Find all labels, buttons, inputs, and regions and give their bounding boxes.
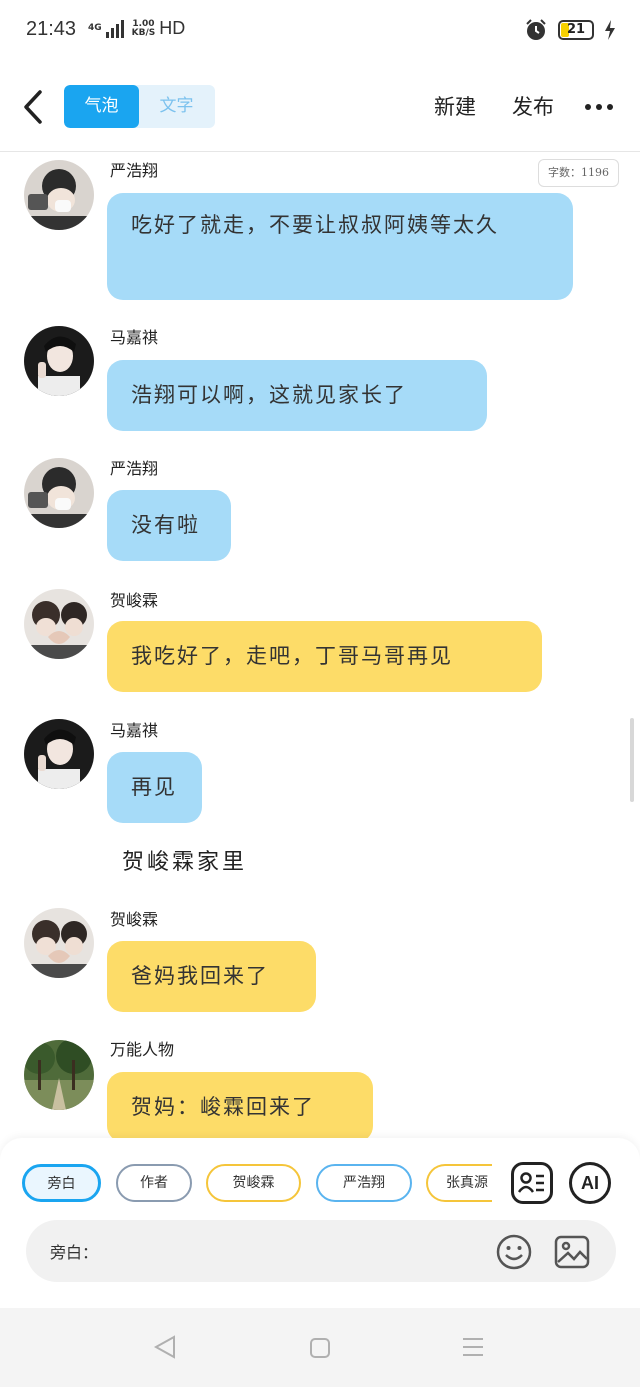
battery-icon: 21: [558, 20, 594, 40]
hd-indicator: HD: [159, 18, 186, 38]
avatar-yan-haoxiang[interactable]: [24, 160, 94, 230]
status-bar: 21:43 4G 1.00 KB/S HD 21: [0, 0, 640, 64]
message-input[interactable]: 旁白：: [26, 1220, 616, 1282]
message-bubble[interactable]: 再见: [107, 752, 202, 823]
alarm-icon: [526, 19, 546, 40]
charging-icon: [605, 20, 615, 40]
role-chip-yan-haoxiang[interactable]: 严浩翔: [316, 1164, 412, 1202]
top-bar: 气泡 文字 新建 发布: [0, 64, 640, 152]
role-chip-he-junlin[interactable]: 贺峻霖: [206, 1164, 301, 1202]
home-square-icon[interactable]: [309, 1337, 331, 1359]
input-panel: 旁白 作者 贺峻霖 严浩翔 张真源 AI 旁白：: [0, 1138, 640, 1308]
avatar-ma-jiaqi[interactable]: [24, 719, 94, 789]
network-type: 4G: [88, 23, 102, 33]
speaker-name: 马嘉祺: [110, 328, 159, 347]
mode-toggle: 气泡 文字: [64, 85, 215, 128]
clock: 21:43: [26, 18, 77, 40]
emoji-icon[interactable]: [496, 1234, 532, 1270]
role-chip-zhang-zhenyuan[interactable]: 张真源: [426, 1164, 492, 1202]
speaker-name: 贺峻霖: [110, 910, 159, 929]
avatar-universal-character[interactable]: [24, 1040, 94, 1110]
new-button[interactable]: 新建: [434, 91, 476, 121]
recents-menu-icon[interactable]: [461, 1336, 485, 1358]
speed-unit: KB/S: [131, 27, 156, 38]
speaker-name: 万能人物: [110, 1040, 175, 1059]
image-icon[interactable]: [554, 1234, 590, 1270]
signal-icon: [105, 19, 124, 38]
message-bubble[interactable]: 贺妈：峻霖回来了: [107, 1072, 373, 1142]
avatar-ma-jiaqi[interactable]: [24, 326, 94, 396]
narration-text[interactable]: 贺峻霖家里: [122, 844, 247, 876]
message-bubble[interactable]: 吃好了就走，不要让叔叔阿姨等太久: [107, 193, 573, 300]
avatar-he-junlin[interactable]: [24, 589, 94, 659]
message-bubble[interactable]: 爸妈我回来了: [107, 941, 316, 1012]
tab-text[interactable]: 文字: [139, 85, 214, 128]
back-triangle-icon[interactable]: [152, 1334, 178, 1360]
speaker-name: 严浩翔: [110, 161, 159, 180]
speaker-name: 贺峻霖: [110, 591, 159, 610]
speaker-name: 马嘉祺: [110, 721, 159, 740]
battery-level: 21: [566, 22, 586, 37]
message-bubble[interactable]: 浩翔可以啊，这就见家长了: [107, 360, 487, 431]
ai-button[interactable]: AI: [569, 1162, 611, 1204]
system-nav-bar: [0, 1308, 640, 1387]
message-bubble[interactable]: 没有啦: [107, 490, 231, 561]
tab-bubble[interactable]: 气泡: [64, 85, 139, 128]
speaker-name: 严浩翔: [110, 459, 159, 478]
scrollbar[interactable]: [630, 718, 634, 802]
word-count: 字数：1196: [538, 159, 619, 187]
message-bubble[interactable]: 我吃好了，走吧，丁哥马哥再见: [107, 621, 542, 692]
back-icon[interactable]: [18, 86, 52, 128]
role-chip-author[interactable]: 作者: [116, 1164, 192, 1202]
role-chip-narration[interactable]: 旁白: [22, 1164, 101, 1202]
character-card-icon[interactable]: [511, 1162, 553, 1204]
publish-button[interactable]: 发布: [512, 91, 554, 121]
network-indicator: 4G 1.00 KB/S HD: [88, 18, 185, 39]
avatar-yan-haoxiang[interactable]: [24, 458, 94, 528]
more-icon[interactable]: [585, 104, 613, 110]
input-placeholder: 旁白：: [50, 1243, 99, 1262]
avatar-he-junlin[interactable]: [24, 908, 94, 978]
